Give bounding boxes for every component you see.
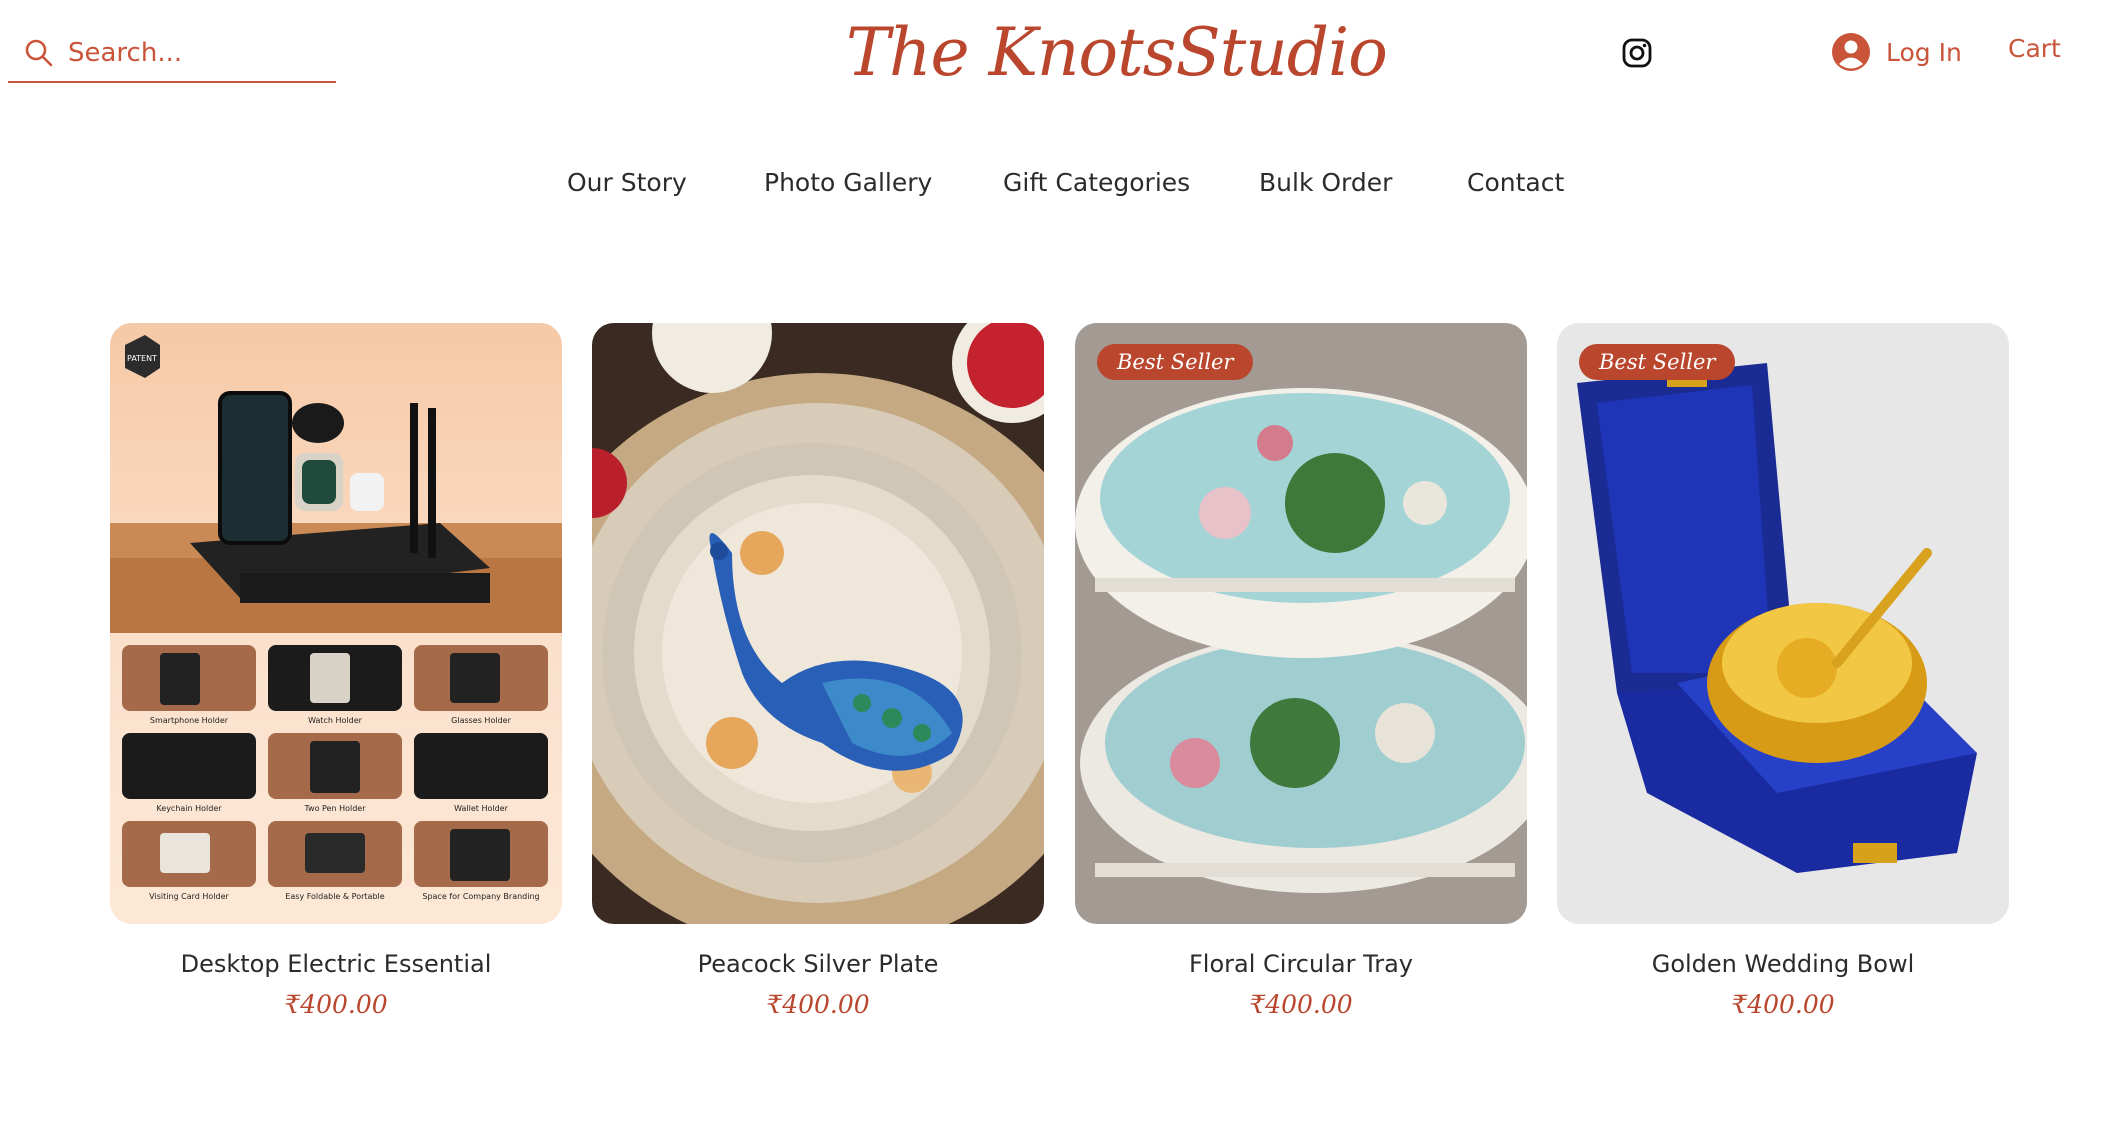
product-name[interactable]: Golden Wedding Bowl [1557,950,2009,978]
product-name[interactable]: Desktop Electric Essential [110,950,562,978]
product-price: ₹400.00 [766,990,870,1019]
nav-item-photo-gallery[interactable]: Photo Gallery [764,168,932,197]
grid-caption: Space for Company Branding [422,892,539,901]
nav-item-our-story[interactable]: Our Story [567,168,687,197]
search-input[interactable] [68,38,318,68]
main-nav: Our Story Photo Gallery Gift Categories … [0,168,2123,208]
product-card[interactable]: Peacock Silver Plate ₹400.00 [592,323,1044,1019]
product-name[interactable]: Peacock Silver Plate [592,950,1044,978]
grid-caption: Wallet Holder [454,804,508,813]
grid-caption: Glasses Holder [451,716,511,725]
product-image[interactable]: PATENT Smartphone Holder Watch Holder Gl… [110,323,562,924]
login-button[interactable]: Log In [1832,30,1962,74]
grid-caption: Smartphone Holder [150,716,229,725]
product-image[interactable] [592,323,1044,924]
product-price: ₹400.00 [284,990,388,1019]
best-seller-badge: Best Seller [1579,344,1736,380]
search-icon [25,39,53,67]
grid-caption: Visiting Card Holder [149,892,229,901]
instagram-icon[interactable] [1622,38,1652,68]
product-card[interactable]: Best Seller Golden Wedding Bowl ₹400.00 [1557,323,2009,1019]
product-image[interactable]: Best Seller [1557,323,2009,924]
grid-caption: Watch Holder [308,716,363,725]
best-seller-badge: Best Seller [1097,344,1254,380]
product-card[interactable]: PATENT Smartphone Holder Watch Holder Gl… [110,323,562,1019]
product-card[interactable]: Best Seller Floral Circular Tray ₹400.00 [1075,323,1527,1019]
product-image[interactable]: Best Seller [1075,323,1527,924]
patent-badge-text: PATENT [127,354,157,363]
grid-caption: Easy Foldable & Portable [285,892,384,901]
grid-caption: Keychain Holder [156,804,222,813]
grid-caption: Two Pen Holder [303,804,366,813]
search-bar[interactable] [8,25,336,83]
nav-item-bulk-order[interactable]: Bulk Order [1259,168,1392,197]
nav-item-contact[interactable]: Contact [1467,168,1564,197]
product-name[interactable]: Floral Circular Tray [1075,950,1527,978]
product-price: ₹400.00 [1249,990,1353,1019]
nav-item-gift-categories[interactable]: Gift Categories [1003,168,1190,197]
cart-link[interactable]: Cart [2008,34,2061,63]
site-logo[interactable]: The KnotsStudio [846,8,1388,98]
login-label: Log In [1886,37,1962,67]
user-avatar-icon [1832,33,1870,71]
product-price: ₹400.00 [1731,990,1835,1019]
